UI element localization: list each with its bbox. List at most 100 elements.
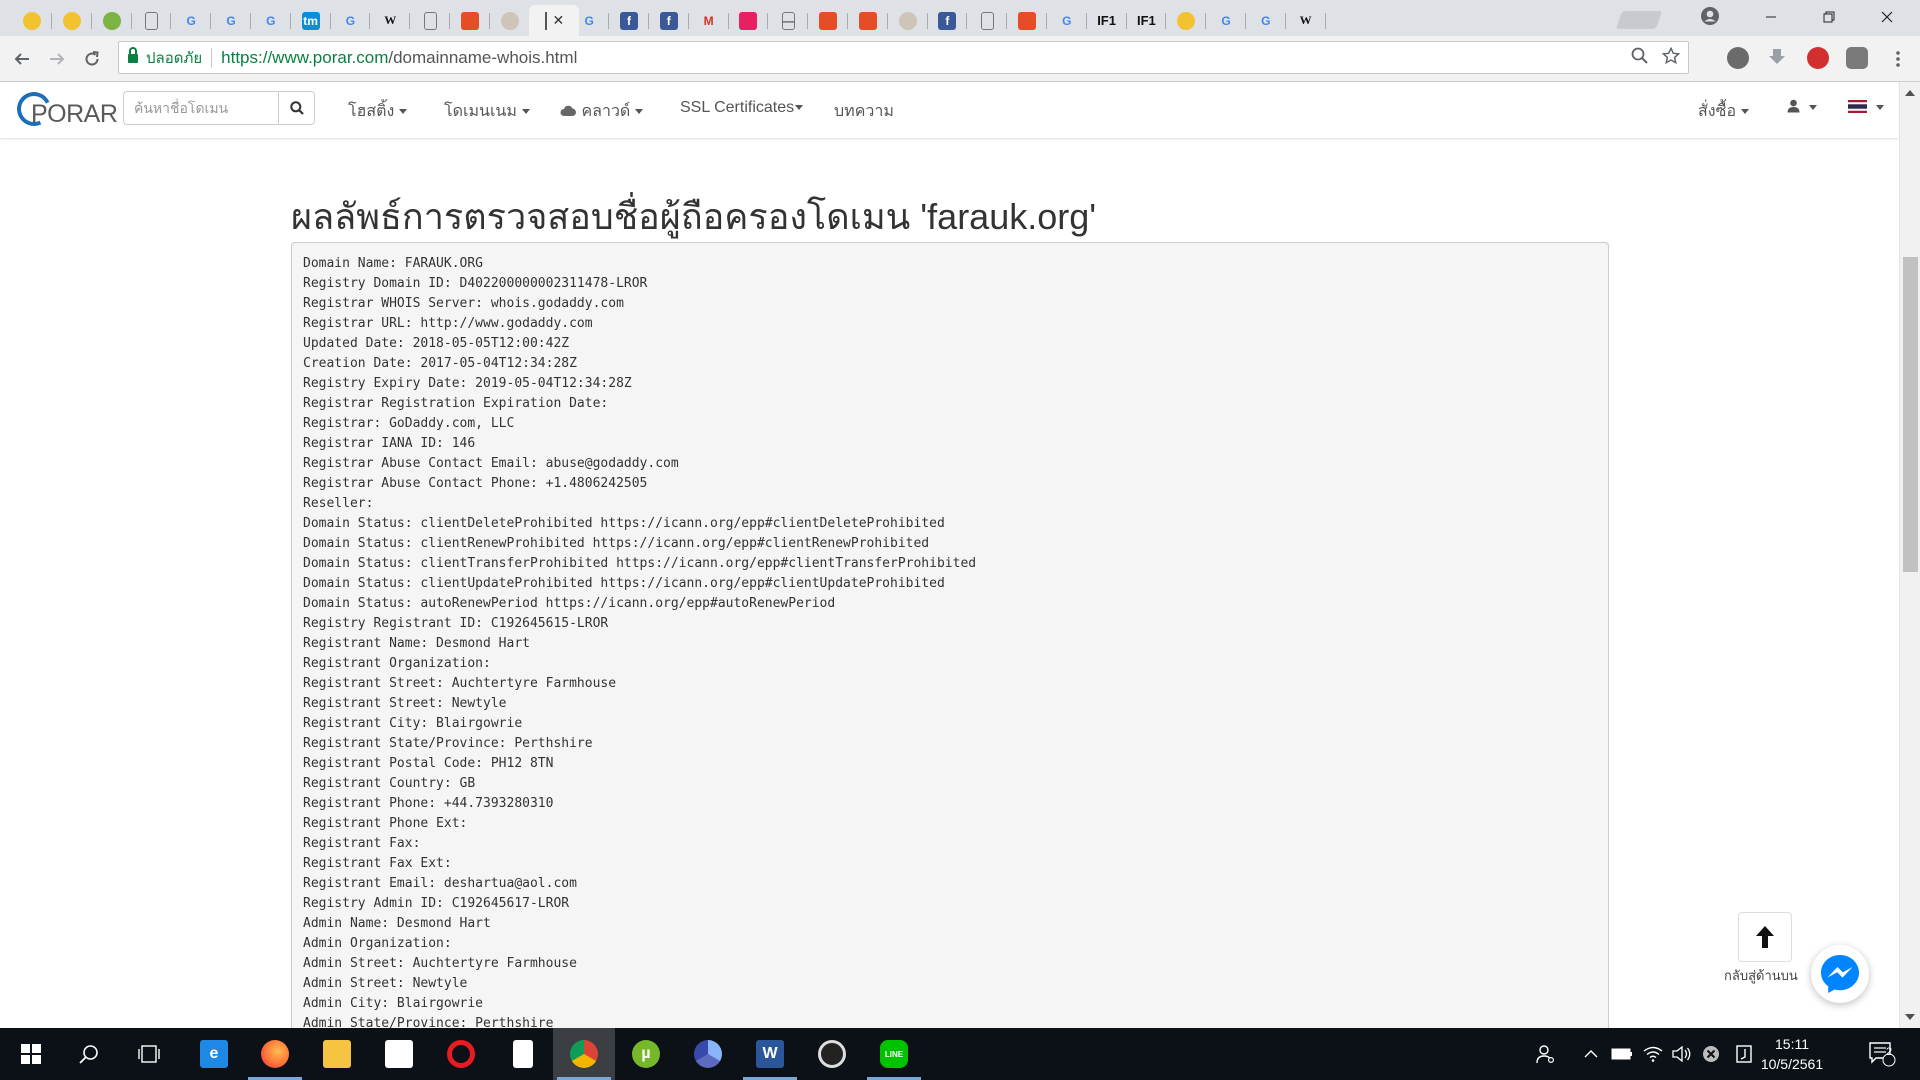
address-bar[interactable]: ปลอดภัย https://www.porar.com/domainname… bbox=[118, 41, 1689, 74]
taskbar-chrome-canary-button[interactable] bbox=[677, 1028, 739, 1080]
browser-tab[interactable] bbox=[12, 5, 52, 36]
browser-tab[interactable]: G bbox=[1206, 5, 1246, 36]
back-button[interactable] bbox=[8, 45, 36, 73]
nav-articles[interactable]: บทความ bbox=[834, 99, 894, 124]
search-button[interactable] bbox=[278, 91, 315, 125]
minimize-button[interactable] bbox=[1742, 0, 1800, 34]
whois-line: Reseller: bbox=[303, 496, 374, 511]
nav-domain[interactable]: โดเมนเนม bbox=[444, 99, 530, 124]
scroll-thumb[interactable] bbox=[1903, 257, 1918, 572]
joomla-icon bbox=[1018, 11, 1036, 30]
browser-tab[interactable]: G bbox=[569, 5, 610, 36]
browser-tab[interactable]: M bbox=[689, 5, 729, 36]
browser-tab[interactable] bbox=[52, 5, 92, 36]
browser-tab[interactable] bbox=[131, 5, 172, 36]
back-to-top-button[interactable] bbox=[1738, 912, 1792, 962]
restore-button[interactable] bbox=[1800, 0, 1858, 34]
browser-tab[interactable] bbox=[1166, 5, 1207, 36]
browser-tab[interactable]: f bbox=[927, 5, 968, 36]
browser-tab[interactable]: G bbox=[1047, 5, 1087, 36]
browser-toolbar: ปลอดภัย https://www.porar.com/domainname… bbox=[0, 36, 1920, 82]
taskbar-word-button[interactable]: W bbox=[739, 1028, 801, 1080]
taskbar-obs-button[interactable] bbox=[801, 1028, 863, 1080]
browser-tab[interactable] bbox=[490, 5, 530, 36]
start-button[interactable] bbox=[0, 1028, 62, 1080]
taskbar-file-explorer-button[interactable] bbox=[306, 1028, 368, 1080]
browser-tab[interactable] bbox=[1007, 5, 1047, 36]
nav-account[interactable] bbox=[1787, 99, 1818, 117]
page-scrollbar[interactable] bbox=[1899, 82, 1920, 1028]
battery-icon[interactable] bbox=[1611, 1028, 1633, 1080]
extension-chat-icon[interactable] bbox=[1846, 47, 1868, 69]
taskbar-opera-button[interactable]: O bbox=[430, 1028, 492, 1080]
emoji-smile-icon bbox=[23, 11, 41, 30]
forward-button[interactable] bbox=[43, 45, 71, 73]
close-tab-icon[interactable]: ✕ bbox=[553, 12, 565, 29]
browser-tab[interactable]: G bbox=[171, 5, 212, 36]
taskbar-store-button[interactable] bbox=[368, 1028, 430, 1080]
browser-tab[interactable]: W bbox=[370, 5, 411, 36]
system-clock[interactable]: 15:11 10/5/2561 bbox=[1757, 1034, 1827, 1074]
browser-tab[interactable] bbox=[410, 5, 450, 36]
browser-tab[interactable]: IF1 bbox=[1126, 5, 1167, 36]
extension-globe-icon[interactable] bbox=[1727, 47, 1749, 69]
volume-icon[interactable] bbox=[1672, 1028, 1692, 1080]
browser-tab[interactable] bbox=[92, 5, 132, 36]
nav-hosting[interactable]: โฮสติ้ง bbox=[348, 99, 408, 124]
emoji-smile-icon bbox=[62, 11, 81, 30]
task-view-button[interactable] bbox=[118, 1028, 180, 1080]
close-window-button[interactable] bbox=[1858, 0, 1916, 34]
search-icon bbox=[79, 1045, 98, 1064]
browser-tab[interactable]: f bbox=[649, 5, 689, 36]
url-text[interactable]: https://www.porar.com/domainname-whois.h… bbox=[221, 48, 577, 68]
input-method-icon[interactable] bbox=[1736, 1028, 1752, 1080]
taskbar-utorrent-button[interactable]: µ bbox=[615, 1028, 677, 1080]
browser-tab[interactable]: tm bbox=[291, 5, 331, 36]
reload-button[interactable] bbox=[78, 45, 106, 73]
nav-language[interactable] bbox=[1848, 99, 1885, 117]
mute-circle-icon[interactable] bbox=[1702, 1028, 1720, 1080]
browser-tab[interactable]: — bbox=[768, 5, 809, 36]
taskbar-document-button[interactable] bbox=[492, 1028, 554, 1080]
whois-line: Domain Name: FARAUK.ORG bbox=[303, 256, 484, 271]
nav-order[interactable]: สั่งซื้อ bbox=[1698, 99, 1750, 124]
browser-tab[interactable] bbox=[967, 5, 1008, 36]
browser-tab[interactable]: f bbox=[609, 5, 649, 36]
nav-cloud[interactable]: คลาวด์ bbox=[560, 99, 644, 124]
chrome-menu-icon[interactable] bbox=[1884, 45, 1912, 73]
extension-download-icon[interactable] bbox=[1767, 47, 1787, 67]
taskbar-line-button[interactable]: LINE bbox=[863, 1028, 925, 1080]
taskbar-firefox-button[interactable] bbox=[244, 1028, 306, 1080]
whois-line: Registrant Organization: bbox=[303, 656, 491, 671]
show-hidden-icons-chevron-icon[interactable] bbox=[1584, 1028, 1598, 1080]
wifi-icon[interactable] bbox=[1643, 1028, 1663, 1080]
browser-tab[interactable] bbox=[728, 5, 769, 36]
extension-music-icon[interactable] bbox=[1807, 47, 1829, 69]
browser-tab[interactable]: G bbox=[1246, 5, 1286, 36]
taskbar-search-button[interactable] bbox=[58, 1028, 120, 1080]
scroll-up-arrow-icon[interactable] bbox=[1905, 90, 1915, 96]
browser-tab[interactable] bbox=[808, 5, 848, 36]
taskbar-chrome-button[interactable] bbox=[553, 1028, 615, 1080]
browser-tab[interactable]: W bbox=[1286, 5, 1326, 36]
messenger-chat-button[interactable] bbox=[1811, 945, 1869, 1003]
caret-down-icon bbox=[1741, 109, 1750, 115]
people-icon[interactable] bbox=[1536, 1028, 1556, 1080]
porar-logo[interactable]: PORAR bbox=[12, 87, 118, 131]
taskbar-edge-button[interactable]: e bbox=[183, 1028, 245, 1080]
scroll-down-arrow-icon[interactable] bbox=[1905, 1014, 1915, 1020]
zoom-icon[interactable] bbox=[1631, 47, 1648, 64]
browser-tab[interactable] bbox=[450, 5, 490, 36]
domain-search-input[interactable] bbox=[123, 91, 278, 125]
browser-tab[interactable] bbox=[848, 5, 888, 36]
browser-tab[interactable] bbox=[888, 5, 928, 36]
action-center-button[interactable]: 2 bbox=[1868, 1028, 1896, 1080]
browser-tab[interactable]: G bbox=[211, 5, 251, 36]
browser-tab[interactable]: IF1 bbox=[1087, 5, 1127, 36]
profile-icon[interactable] bbox=[1700, 6, 1720, 26]
nav-ssl[interactable]: SSL Certificates bbox=[680, 99, 804, 117]
bookmark-star-icon[interactable] bbox=[1662, 47, 1680, 65]
browser-tab[interactable]: G bbox=[251, 5, 291, 36]
new-tab-button[interactable] bbox=[1615, 11, 1663, 29]
browser-tab[interactable]: G bbox=[330, 5, 371, 36]
